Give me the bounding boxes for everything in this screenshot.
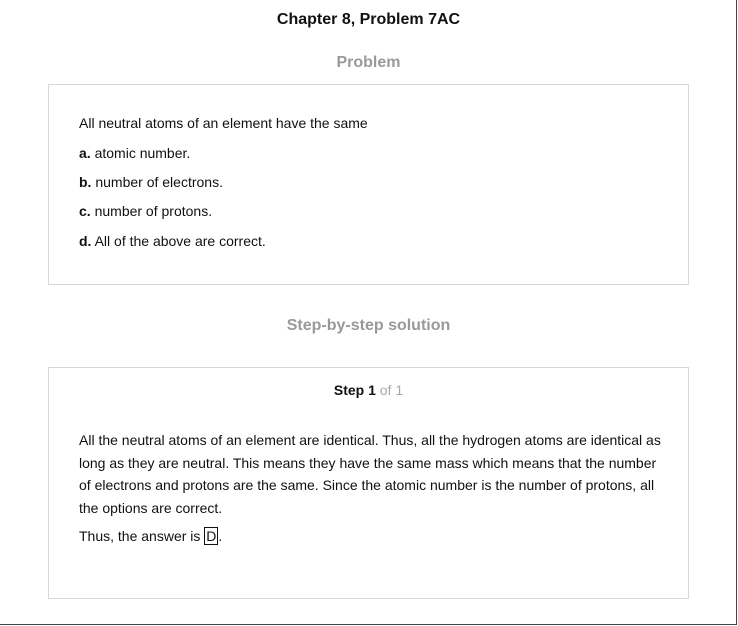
- option-b-letter: b.: [79, 174, 92, 190]
- solution-explanation: All the neutral atoms of an element are …: [79, 432, 661, 516]
- option-c-text: number of protons.: [94, 203, 213, 219]
- problem-heading: Problem: [336, 54, 401, 71]
- solution-card: Step 1 of 1 All the neutral atoms of an …: [48, 367, 689, 599]
- step-count: of 1: [379, 382, 404, 398]
- answer-line: Thus, the answer is D.: [79, 525, 222, 547]
- step-label: Step 1: [333, 382, 376, 398]
- option-d-text: All of the above are correct.: [94, 233, 266, 249]
- option-a-letter: a.: [79, 145, 91, 161]
- option-d-letter: d.: [79, 233, 92, 249]
- option-b: b. number of electrons.: [79, 173, 223, 191]
- answer-suffix: .: [218, 528, 223, 544]
- option-a-text: atomic number.: [94, 145, 191, 161]
- option-d: d. All of the above are correct.: [79, 232, 266, 250]
- problem-card: All neutral atoms of an element have the…: [48, 84, 689, 285]
- option-c: c. number of protons.: [79, 202, 212, 220]
- problem-question: All neutral atoms of an element have the…: [79, 115, 368, 131]
- solution-heading: Step-by-step solution: [286, 317, 451, 334]
- option-c-letter: c.: [79, 203, 91, 219]
- option-a: a. atomic number.: [79, 144, 190, 162]
- answer-box: D: [204, 527, 219, 545]
- page-frame: Chapter 8, Problem 7AC Problem All neutr…: [0, 0, 737, 625]
- option-b-text: number of electrons.: [95, 174, 223, 190]
- answer-prefix: Thus, the answer is: [79, 528, 205, 544]
- chapter-title: Chapter 8, Problem 7AC: [276, 11, 461, 28]
- step-header: Step 1 of 1: [49, 381, 688, 399]
